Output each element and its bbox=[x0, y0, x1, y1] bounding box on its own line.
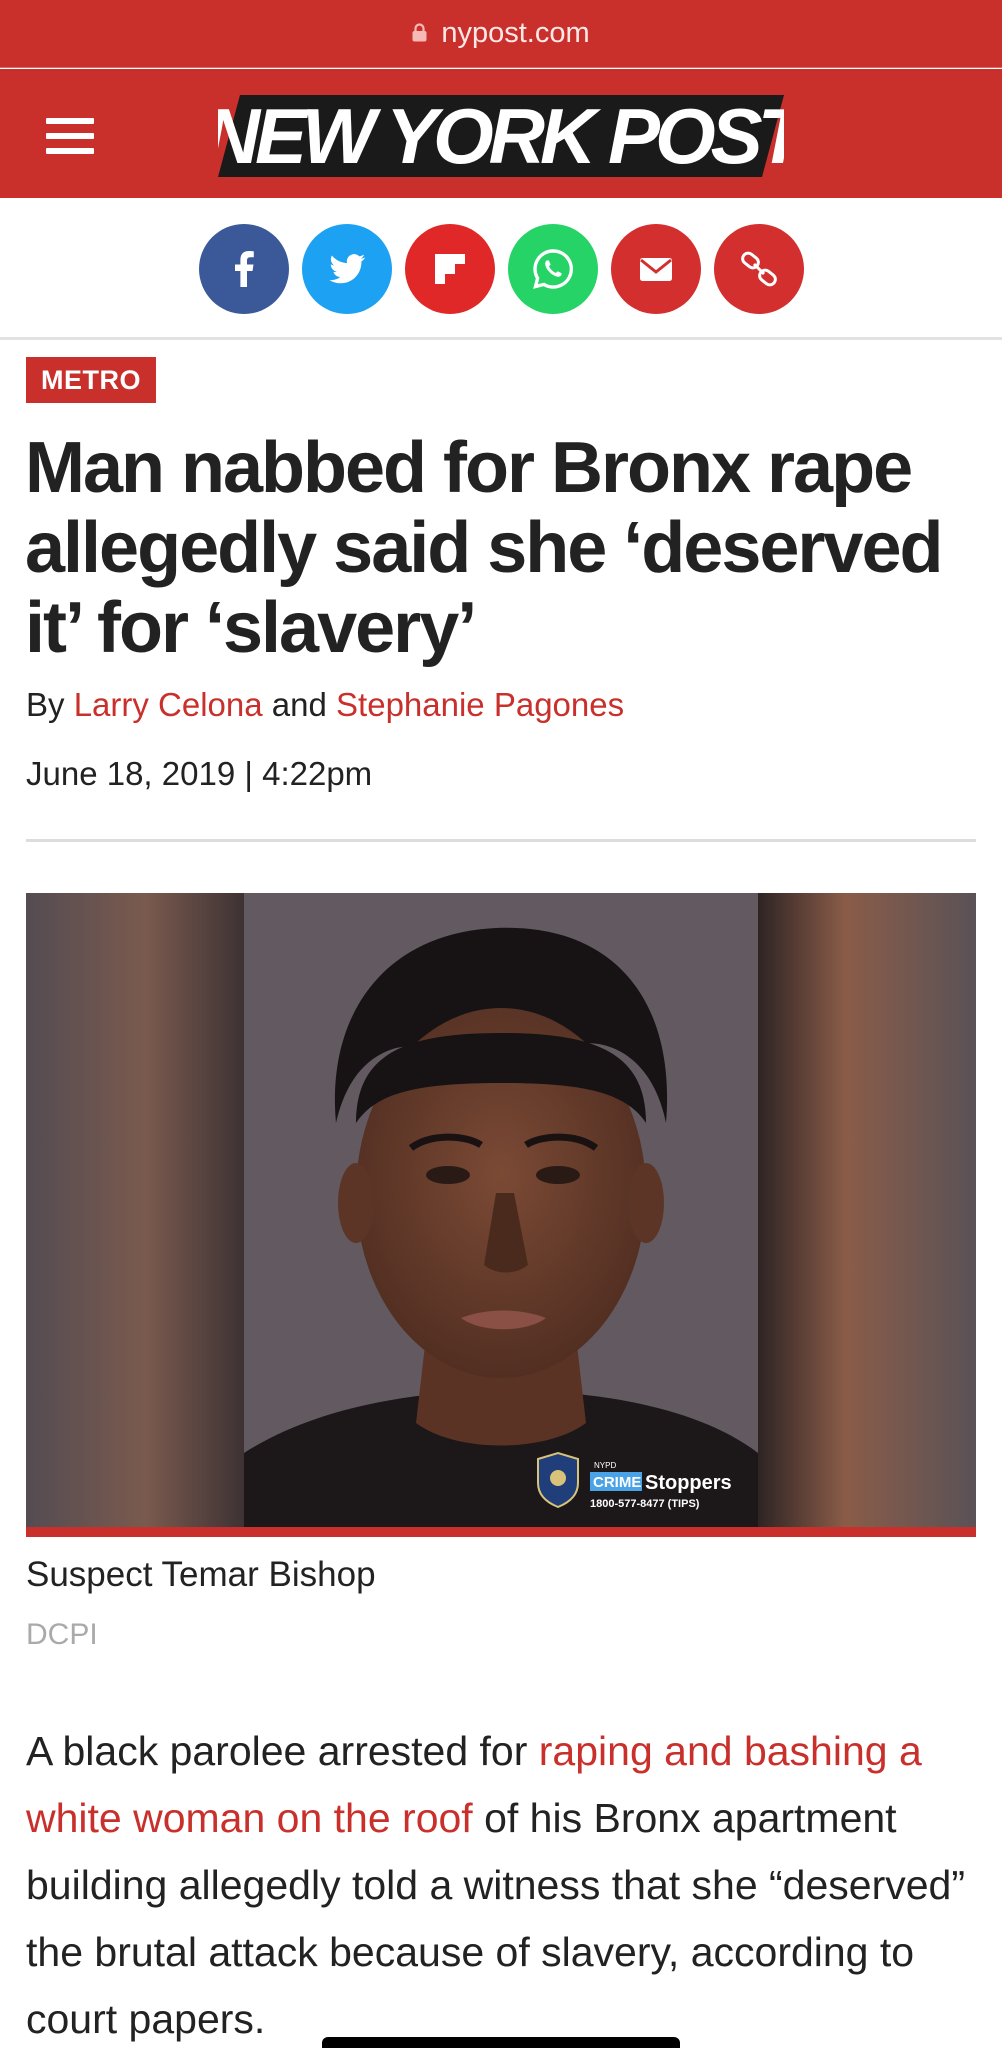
email-icon bbox=[640, 258, 672, 281]
publish-date: June 18, 2019 | 4:22pm bbox=[26, 755, 373, 792]
facebook-icon bbox=[235, 251, 254, 287]
twitter-icon bbox=[329, 254, 365, 284]
article-photo[interactable]: NYPD CRIME Stoppers 1800-577-8477 (TIPS) bbox=[26, 893, 976, 1527]
svg-text:1800-577-8477 (TIPS): 1800-577-8477 (TIPS) bbox=[590, 1498, 700, 1510]
photo-credit: DCPI bbox=[26, 1618, 98, 1651]
byline-prefix: By bbox=[26, 686, 65, 723]
photo-accent-bar bbox=[26, 1527, 976, 1537]
whatsapp-icon bbox=[533, 249, 574, 289]
section-tag[interactable]: METRO bbox=[26, 357, 156, 403]
site-header: NEW YORK POST bbox=[0, 69, 1002, 198]
author-link-1[interactable]: Larry Celona bbox=[74, 686, 263, 723]
flipboard-icon bbox=[435, 254, 465, 284]
byline-and: and bbox=[271, 686, 327, 723]
svg-text:Stoppers: Stoppers bbox=[645, 1472, 732, 1494]
url-text: nypost.com bbox=[441, 17, 590, 49]
copy-link-share-button[interactable] bbox=[714, 224, 804, 314]
author-link-2[interactable]: Stephanie Pagones bbox=[336, 686, 624, 723]
body-text-part1: A black parolee arrested for bbox=[26, 1728, 539, 1774]
flipboard-share-button[interactable] bbox=[405, 224, 495, 314]
share-bar bbox=[0, 198, 1002, 340]
mugshot-illustration: NYPD CRIME Stoppers 1800-577-8477 (TIPS) bbox=[26, 893, 976, 1527]
twitter-share-button[interactable] bbox=[302, 224, 392, 314]
header-divider bbox=[26, 839, 976, 842]
article-body-paragraph: A black parolee arrested for raping and … bbox=[26, 1718, 986, 2048]
article-headline: Man nabbed for Bronx rape allegedly said… bbox=[25, 428, 944, 668]
link-icon bbox=[741, 251, 777, 287]
site-logo[interactable]: NEW YORK POST bbox=[218, 91, 784, 179]
whatsapp-share-button[interactable] bbox=[508, 224, 598, 314]
svg-text:NYPD: NYPD bbox=[594, 1461, 616, 1470]
home-indicator bbox=[322, 2037, 680, 2048]
email-share-button[interactable] bbox=[611, 224, 701, 314]
facebook-share-button[interactable] bbox=[199, 224, 289, 314]
url-bar[interactable]: nypost.com bbox=[0, 0, 1002, 68]
photo-caption: Suspect Temar Bishop bbox=[26, 1555, 376, 1594]
byline: By Larry Celona and Stephanie Pagones bbox=[26, 686, 624, 724]
svg-text:CRIME: CRIME bbox=[593, 1474, 641, 1491]
lock-icon bbox=[412, 23, 427, 42]
menu-icon[interactable] bbox=[46, 118, 94, 154]
logo-text: NEW YORK POST bbox=[218, 92, 784, 179]
